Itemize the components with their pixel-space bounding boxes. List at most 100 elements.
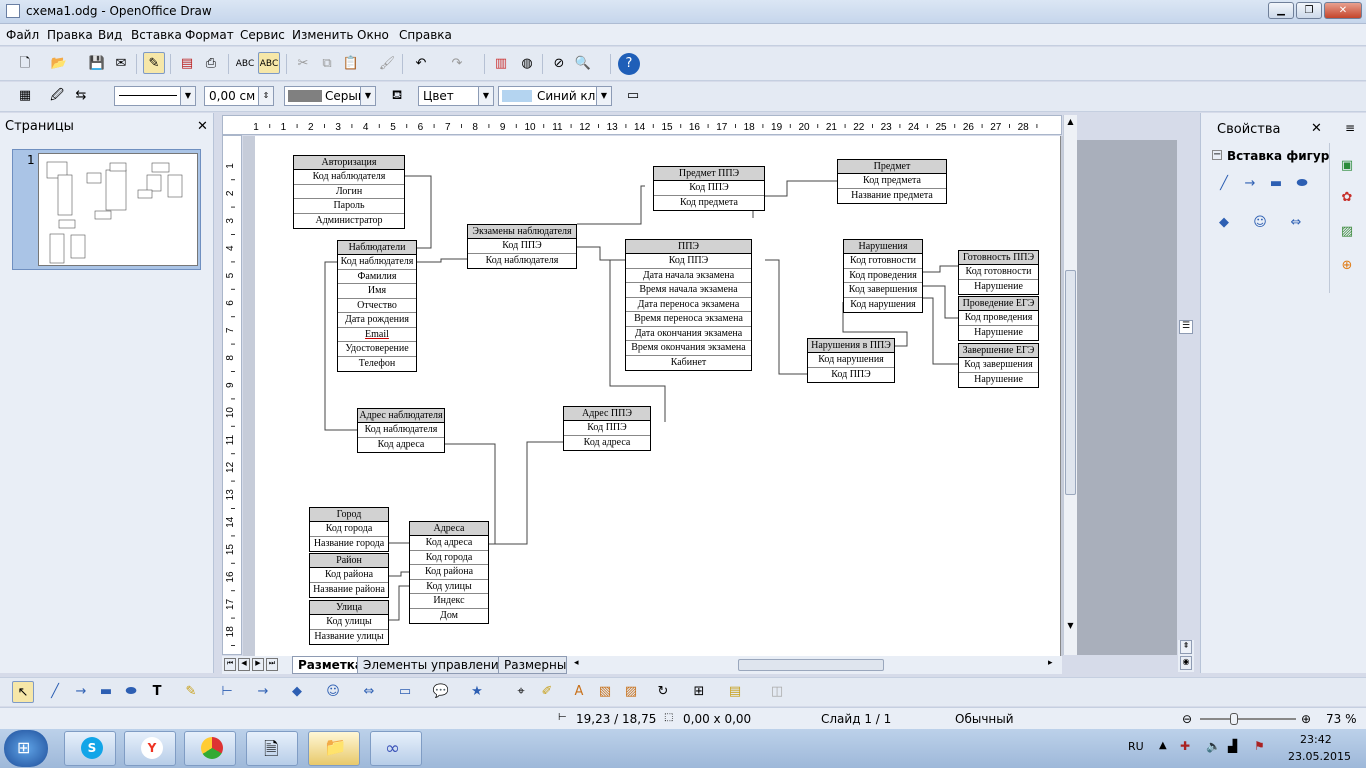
flowchart-icon[interactable]: ▭ bbox=[394, 681, 416, 703]
scroll-left-icon[interactable]: ◂ bbox=[574, 658, 579, 668]
basic-shapes-icon[interactable]: ◆ bbox=[1213, 212, 1235, 234]
fontwork-icon[interactable]: A bbox=[568, 681, 590, 703]
previous-page-icon[interactable]: ⇞ bbox=[1180, 640, 1192, 654]
last-tab-icon[interactable]: ⏭ bbox=[266, 658, 278, 671]
save-icon[interactable]: 💾 bbox=[86, 53, 108, 75]
collapse-section-icon[interactable]: − bbox=[1212, 150, 1222, 160]
table-addresses[interactable]: Адреса Код адреса Код города Код района … bbox=[409, 521, 489, 624]
table-observers[interactable]: Наблюдатели Код наблюдателя Фамилия Имя … bbox=[337, 240, 417, 372]
help-icon[interactable]: ? bbox=[618, 53, 640, 75]
cut-icon[interactable]: ✂ bbox=[292, 53, 314, 75]
edit-file-icon[interactable]: ✎ bbox=[143, 52, 165, 74]
zoom-icon[interactable]: 🔍 bbox=[572, 53, 594, 75]
taskbar-skype[interactable]: S bbox=[64, 731, 116, 766]
vertical-scroll-thumb[interactable] bbox=[1065, 270, 1076, 495]
vertical-scrollbar[interactable]: ▲ ▼ bbox=[1063, 115, 1077, 655]
clock-date[interactable]: 23.05.2015 bbox=[1288, 750, 1351, 763]
properties-deck-icon[interactable]: ▣ bbox=[1336, 155, 1358, 177]
menu-view[interactable]: Вид bbox=[98, 28, 122, 42]
table-district[interactable]: Район Код района Название района bbox=[309, 553, 389, 598]
zoom-slider-handle[interactable] bbox=[1230, 713, 1238, 725]
arrange-icon[interactable]: ▤ bbox=[724, 681, 746, 703]
spellcheck-icon[interactable]: ABC bbox=[234, 53, 256, 75]
close-properties-panel-icon[interactable]: ✕ bbox=[1311, 121, 1322, 136]
table-exam-conduct[interactable]: Проведение ЕГЭ Код проведения Нарушение bbox=[958, 296, 1039, 341]
line-width-field[interactable]: 0,00 см ⇕ bbox=[204, 86, 274, 106]
select-pointer-icon[interactable]: ↖ bbox=[12, 681, 34, 703]
from-file-icon[interactable]: ▧ bbox=[594, 681, 616, 703]
align-icon[interactable]: ⊞ bbox=[688, 681, 710, 703]
symbol-shapes-icon[interactable]: ☺ bbox=[1249, 212, 1271, 234]
taskbar-explorer[interactable]: 📁 bbox=[308, 731, 360, 766]
scroll-right-icon[interactable]: ▸ bbox=[1048, 658, 1053, 668]
navigator-icon[interactable]: ⊘ bbox=[548, 53, 570, 75]
callouts-icon[interactable]: 💬 bbox=[430, 681, 452, 703]
table-subject[interactable]: Предмет Код предмета Название предмета bbox=[837, 159, 947, 204]
drawing-canvas[interactable]: Авторизация Код наблюдателя Логин Пароль… bbox=[243, 136, 1063, 656]
table-street[interactable]: Улица Код улицы Название улицы bbox=[309, 600, 389, 645]
scroll-down-icon[interactable]: ▼ bbox=[1065, 621, 1076, 633]
basic-shapes-tool-icon[interactable]: ◆ bbox=[286, 681, 308, 703]
table-ppe[interactable]: ППЭ Код ППЭ Дата начала экзамена Время н… bbox=[625, 239, 752, 371]
status-zoom[interactable]: 73 % bbox=[1326, 712, 1357, 726]
autospellcheck-icon[interactable]: ABC bbox=[258, 52, 280, 74]
export-pdf-icon[interactable]: ▤ bbox=[176, 53, 198, 75]
tab-dimensions[interactable]: Размерные bbox=[498, 656, 567, 674]
maximize-button[interactable]: ❐ bbox=[1296, 2, 1322, 19]
menu-edit[interactable]: Правка bbox=[47, 28, 93, 42]
paste-icon[interactable]: 📋 bbox=[340, 53, 362, 75]
draw-ellipse-icon[interactable]: ⬬ bbox=[120, 681, 142, 703]
menu-help[interactable]: Справка bbox=[399, 28, 452, 42]
next-page-icon[interactable]: ◉ bbox=[1180, 656, 1192, 670]
text-tool-icon[interactable]: T bbox=[146, 681, 168, 703]
copy-icon[interactable]: ⧉ bbox=[316, 53, 338, 75]
table-authorization[interactable]: Авторизация Код наблюдателя Логин Пароль… bbox=[293, 155, 405, 229]
zoom-slider[interactable] bbox=[1200, 713, 1296, 725]
taskbar-chrome[interactable] bbox=[184, 731, 236, 766]
start-button[interactable]: ⊞ bbox=[4, 730, 48, 767]
gallery-tool-icon[interactable]: ▨ bbox=[620, 681, 642, 703]
scroll-up-icon[interactable]: ▲ bbox=[1065, 117, 1076, 129]
gallery-icon[interactable]: ◍ bbox=[516, 53, 538, 75]
sidebar-toggle-icon[interactable]: ☰ bbox=[1179, 320, 1193, 334]
page-thumbnail-selected[interactable]: 1 bbox=[12, 149, 201, 270]
action-center-icon[interactable]: ⚑ bbox=[1254, 739, 1265, 753]
input-language[interactable]: RU bbox=[1128, 740, 1144, 753]
block-arrows-tool-icon[interactable]: ⇔ bbox=[358, 681, 380, 703]
chart-icon[interactable]: ▥ bbox=[490, 53, 512, 75]
prev-tab-icon[interactable]: ◀ bbox=[238, 658, 250, 671]
taskbar-yandex[interactable]: Y bbox=[124, 731, 176, 766]
connector-tool-icon[interactable]: ⊢ bbox=[216, 681, 238, 703]
navigator-deck-icon[interactable]: ⊕ bbox=[1336, 255, 1358, 277]
table-violations[interactable]: Нарушения Код готовности Код проведения … bbox=[843, 239, 923, 313]
area-fill-icon[interactable]: ⛾ bbox=[386, 85, 408, 107]
area-color-select[interactable]: Синий кла ▼ bbox=[498, 86, 612, 106]
open-folder-icon[interactable]: 📂 bbox=[48, 53, 70, 75]
network-icon[interactable]: ▟ bbox=[1228, 739, 1237, 753]
styles-icon[interactable]: ▦ bbox=[14, 85, 36, 107]
shadow-icon[interactable]: ▭ bbox=[622, 85, 644, 107]
zoom-out-icon[interactable]: ⊖ bbox=[1182, 712, 1192, 726]
tab-controls[interactable]: Элементы управления bbox=[357, 656, 512, 674]
arrow-style-icon[interactable]: ⇆ bbox=[70, 85, 92, 107]
menu-modify[interactable]: Изменить bbox=[292, 28, 354, 42]
line-style-select[interactable]: ▼ bbox=[114, 86, 196, 106]
minimize-button[interactable]: ▁ bbox=[1268, 2, 1294, 19]
undo-icon[interactable]: ↶ bbox=[410, 53, 432, 75]
taskbar-openoffice[interactable]: ∞ bbox=[370, 731, 422, 766]
table-exam-finish[interactable]: Завершение ЕГЭ Код завершения Нарушение bbox=[958, 343, 1039, 388]
redo-icon[interactable]: ↷ bbox=[446, 53, 468, 75]
table-ppe-readiness[interactable]: Готовность ППЭ Код готовности Нарушение bbox=[958, 250, 1039, 295]
volume-icon[interactable]: 🔈 bbox=[1206, 739, 1221, 753]
stars-icon[interactable]: ★ bbox=[466, 681, 488, 703]
menu-file[interactable]: Файл bbox=[6, 28, 39, 42]
draw-line-icon[interactable]: ╱ bbox=[44, 681, 66, 703]
menu-format[interactable]: Формат bbox=[185, 28, 234, 42]
clock-time[interactable]: 23:42 bbox=[1300, 733, 1332, 746]
table-subject-ppe[interactable]: Предмет ППЭ Код ППЭ Код предмета bbox=[653, 166, 765, 211]
show-hidden-icons-icon[interactable]: ▲ bbox=[1159, 740, 1167, 751]
close-pages-panel-icon[interactable]: ✕ bbox=[197, 119, 208, 134]
pages-panel-splitter[interactable] bbox=[214, 373, 217, 413]
draw-arrow-icon[interactable]: → bbox=[70, 681, 92, 703]
next-tab-icon[interactable]: ▶ bbox=[252, 658, 264, 671]
